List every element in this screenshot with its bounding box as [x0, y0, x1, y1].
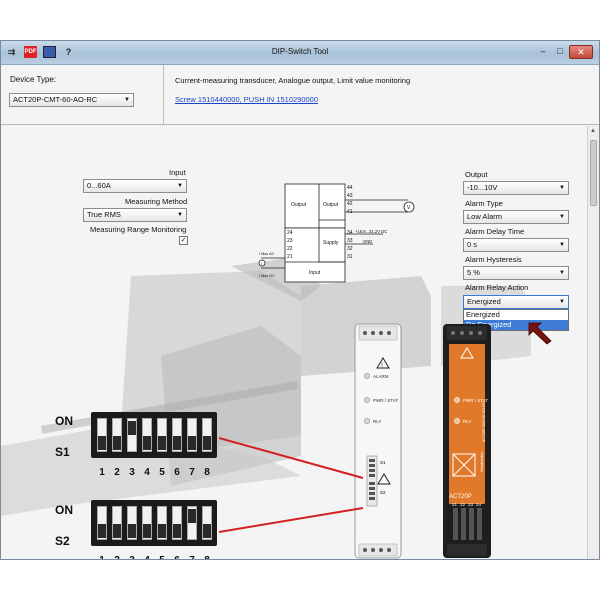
s1-number-6: 6	[174, 467, 180, 478]
s1-switch-knob-8	[203, 436, 211, 450]
chevron-down-icon: ▼	[124, 97, 130, 103]
scroll-up-icon[interactable]: ▲	[590, 128, 596, 134]
s1-switch-knob-2	[113, 436, 121, 450]
dip-switch-s2	[91, 500, 217, 546]
s2-switch-2[interactable]	[112, 506, 122, 540]
vertical-scrollbar[interactable]: ▲	[587, 126, 599, 559]
s2-number-2: 2	[110, 555, 124, 559]
s2-switch-5[interactable]	[157, 506, 167, 540]
s1-on-label: ON	[55, 414, 73, 428]
s1-switch-3[interactable]	[127, 418, 137, 452]
s2-number-8: 8	[200, 555, 214, 559]
s1-switch-8[interactable]	[202, 418, 212, 452]
s1-label: S1	[55, 445, 70, 459]
s2-switch-8[interactable]	[202, 506, 212, 540]
device-type-value: ACT20P-CMT-60-AO-RC	[13, 95, 98, 104]
s2-switch-knob-4	[143, 524, 151, 538]
close-button[interactable]: ✕	[569, 45, 593, 59]
s2-switch-knob-7	[188, 509, 196, 523]
s2-number-4: 4	[140, 555, 154, 559]
s2-number-3: 3	[125, 555, 139, 559]
title-bar: ⇉ PDF ? DIP-Switch Tool – □ ✕	[1, 41, 599, 65]
s1-switch-5[interactable]	[157, 418, 167, 452]
s2-switch-knob-6	[173, 524, 181, 538]
s1-number-4: 4	[144, 467, 150, 478]
device-type-label: Device Type:	[10, 75, 57, 84]
s1-switch-6[interactable]	[172, 418, 182, 452]
s1-switch-knob-4	[143, 436, 151, 450]
s2-switch-knob-5	[158, 524, 166, 538]
s1-number-3: 3	[129, 467, 135, 478]
s1-number-7: 7	[189, 467, 195, 478]
maximize-button[interactable]: □	[552, 45, 568, 59]
s1-number-5: 5	[159, 467, 165, 478]
s2-switch-knob-1	[98, 524, 106, 538]
s1-number-8: 8	[204, 467, 210, 478]
s1-switch-knob-3	[128, 421, 136, 435]
header-divider	[163, 65, 164, 125]
dip-switch-s1	[91, 412, 217, 458]
scrollbar-thumb[interactable]	[590, 140, 597, 206]
device-type-select[interactable]: ACT20P-CMT-60-AO-RC ▼	[9, 93, 134, 107]
s2-number-5: 5	[155, 555, 169, 559]
s2-number-1: 1	[95, 555, 109, 559]
window-title: DIP-Switch Tool	[271, 47, 329, 56]
s2-switch-4[interactable]	[142, 506, 152, 540]
s2-switch-6[interactable]	[172, 506, 182, 540]
s2-switch-1[interactable]	[97, 506, 107, 540]
s1-switch-7[interactable]	[187, 418, 197, 452]
s1-switch-knob-5	[158, 436, 166, 450]
wire-s2	[218, 507, 364, 533]
s1-number-1: 1	[99, 467, 105, 478]
minimize-button[interactable]: –	[535, 45, 551, 59]
s1-switch-knob-1	[98, 436, 106, 450]
configuration-panel: Input 0...60A ▼ Measuring Method True RM…	[1, 126, 587, 559]
s1-switch-2[interactable]	[112, 418, 122, 452]
wire-s1	[218, 437, 364, 479]
s2-on-label: ON	[55, 503, 73, 517]
s2-switch-7[interactable]	[187, 506, 197, 540]
s1-switch-knob-7	[188, 436, 196, 450]
product-link[interactable]: Screw 1510440000, PUSH IN 1510290000	[175, 95, 318, 104]
s2-switch-knob-3	[128, 524, 136, 538]
s1-switch-knob-6	[173, 436, 181, 450]
s2-number-7: 7	[185, 555, 199, 559]
s2-label: S2	[55, 534, 70, 548]
s1-number-2: 2	[114, 467, 120, 478]
s1-switch-1[interactable]	[97, 418, 107, 452]
s2-switch-knob-8	[203, 524, 211, 538]
dip-s1-numbers: 12345678	[91, 467, 217, 479]
dip-switch-tool-window: ⇉ PDF ? DIP-Switch Tool – □ ✕ Device Typ…	[0, 40, 600, 560]
s2-number-6: 6	[170, 555, 184, 559]
s2-switch-3[interactable]	[127, 506, 137, 540]
dip-s2-numbers: 12345678	[91, 555, 217, 559]
s2-switch-knob-2	[113, 524, 121, 538]
s1-switch-4[interactable]	[142, 418, 152, 452]
device-description: Current-measuring transducer, Analogue o…	[175, 76, 411, 85]
connector-wires	[218, 437, 364, 533]
